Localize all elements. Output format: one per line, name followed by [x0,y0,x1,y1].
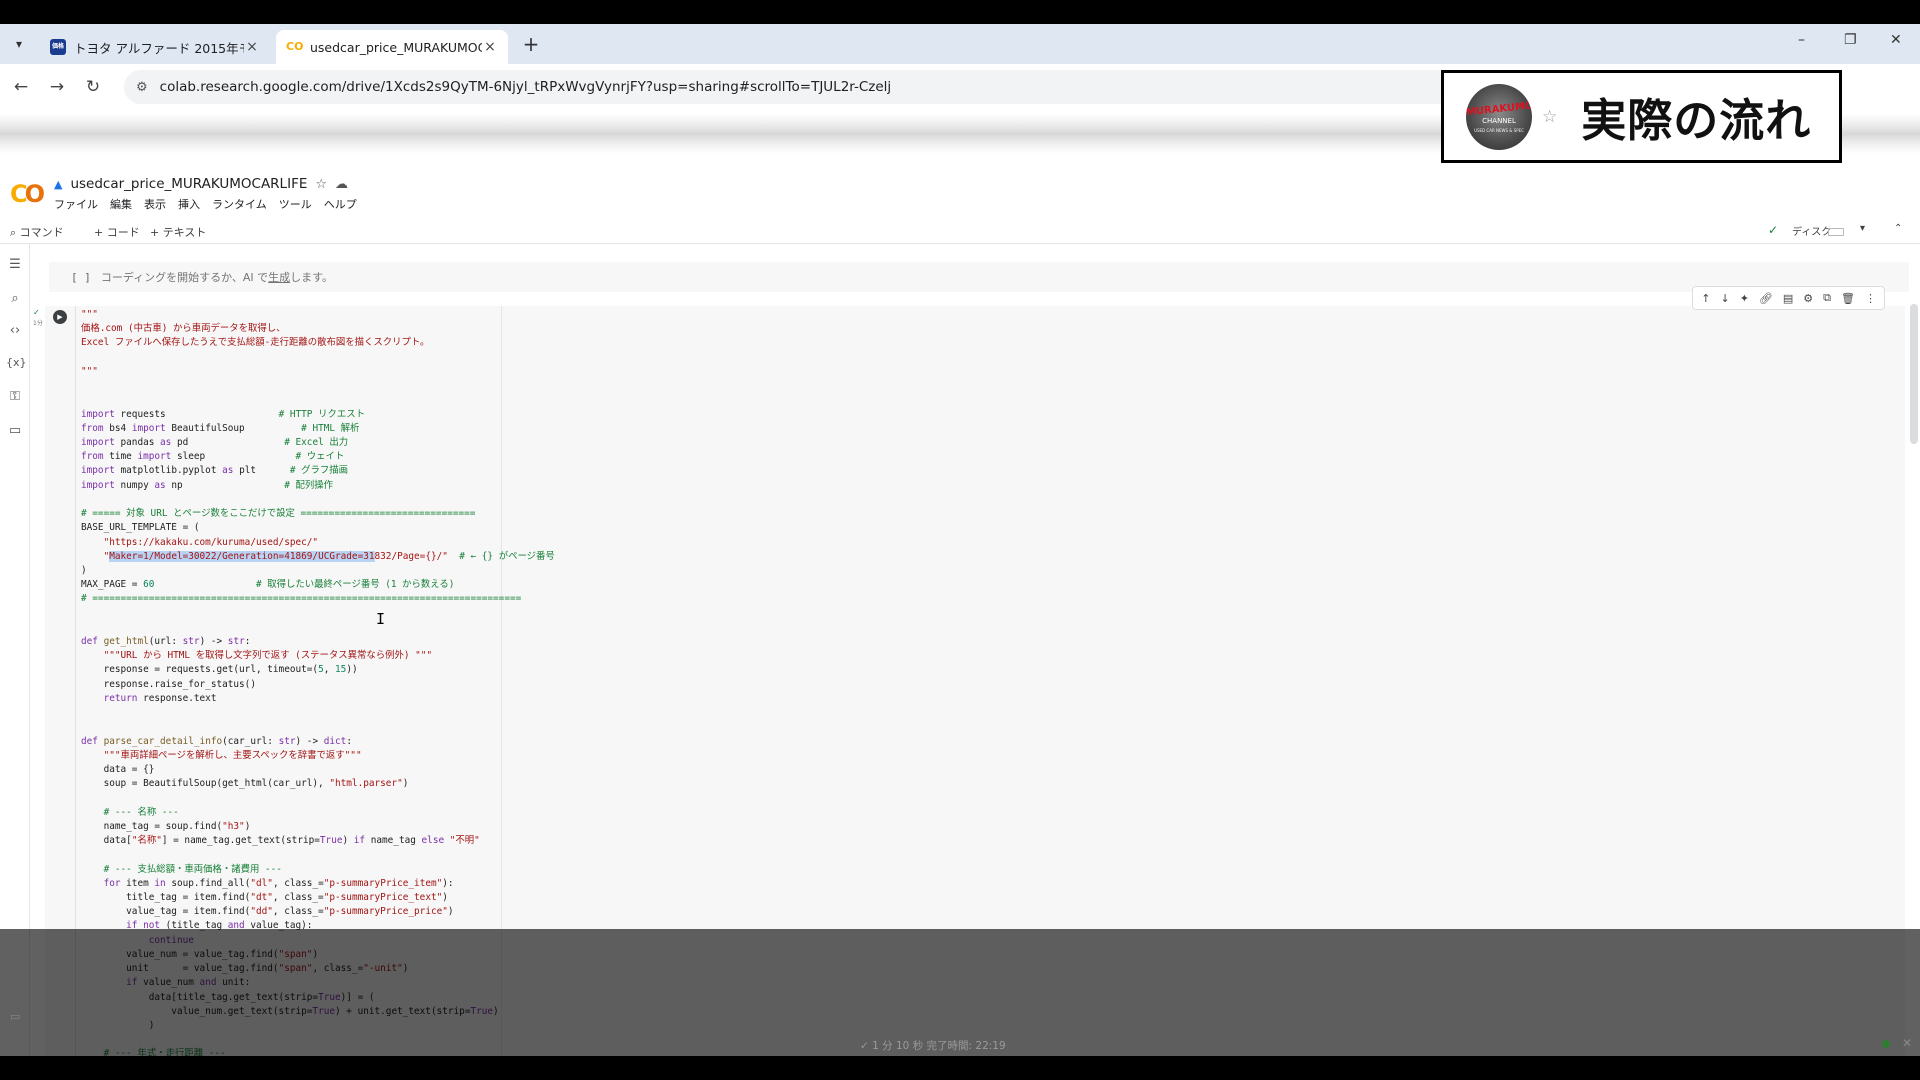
cloud-icon[interactable]: ☁ [335,177,348,192]
comment-icon[interactable]: ▤ [1783,292,1793,305]
move-down-arrow-icon[interactable]: ↓ [1720,292,1729,305]
menu-runtime[interactable]: ランタイム [212,196,267,212]
video-title-banner: MURAKUMO CHANNEL USED CAR NEWS & SPEC ☆ … [1441,70,1842,163]
delete-trash-icon[interactable]: 🗑︎ [1841,292,1855,305]
settings-gear-icon[interactable]: ⚙ [1803,292,1813,305]
bookmark-star-icon: ☆ [1542,106,1558,127]
tab-strip: ▾ 価格 トヨタ アルファード 2015年モデルの中 × CO usedcar_… [0,24,1920,64]
move-up-arrow-icon[interactable]: ↑ [1701,292,1710,305]
banner-title: 実際の流れ [1581,94,1812,147]
variables-icon[interactable]: {x} [6,354,27,372]
add-text-button[interactable]: + テキスト [150,224,206,240]
exec-time-label: 1分 [33,320,43,327]
tab-title: usedcar_price_MURAKUMOCAR [310,39,482,55]
disk-usage-meter[interactable] [1828,228,1844,236]
browser-window: ▾ 価格 トヨタ アルファード 2015年モデルの中 × CO usedcar_… [0,24,1920,1056]
close-icon[interactable]: × [482,39,498,55]
mirror-cell-icon[interactable]: ⧉ [1823,291,1831,305]
status-close-icon[interactable]: ✕ [1902,1036,1912,1050]
cell-toolbar: ↑ ↓ ✦ 🔗︎ ▤ ⚙ ⧉ 🗑︎ ⋮ [1692,286,1885,310]
site-settings-icon[interactable]: ⚙ [136,80,148,95]
menu-bar: ファイル 編集 表示 挿入 ランタイム ツール ヘルプ [54,196,357,212]
gemini-sparkle-icon[interactable]: ✦ [1740,292,1749,305]
menu-insert[interactable]: 挿入 [178,196,200,212]
search-icon: ⌕ [10,226,17,239]
address-bar[interactable]: ⚙ colab.research.google.com/drive/1Xcds2… [124,70,1454,104]
notebook-toolbar: ⌕ コマンド + コード + テキスト ✓ ディスク ▾ ⌃ [0,218,1920,244]
new-tab-plus-icon[interactable]: + [520,34,542,56]
menu-edit[interactable]: 編集 [110,196,132,212]
back-arrow-icon[interactable]: ← [10,76,32,98]
logo-text-bottom: USED CAR NEWS & SPEC [1474,127,1524,133]
menu-help[interactable]: ヘルプ [324,196,357,212]
logo-text-top: MURAKUMO [1466,99,1532,118]
tab-title: トヨタ アルファード 2015年モデルの中 [74,40,244,56]
collapse-chevron-up-icon[interactable]: ⌃ [1894,223,1902,234]
tab-kakaku[interactable]: 価格 トヨタ アルファード 2015年モデルの中 × [40,30,270,64]
executed-check-icon: ✓ [33,308,40,317]
empty-code-cell[interactable]: [ ] コーディングを開始するか、AI で 生成 します。 [49,262,1909,292]
generate-link[interactable]: 生成 [268,269,290,285]
run-cell-play-icon[interactable]: ▶ [53,310,67,324]
notebook-title[interactable]: usedcar_price_MURAKUMOCARLIFE [70,176,307,192]
connected-check-icon: ✓ [1768,223,1779,237]
drive-icon: ▲ [54,177,63,191]
tab-colab[interactable]: CO usedcar_price_MURAKUMOCAR × [276,30,508,64]
minimize-icon[interactable]: – [1798,32,1805,48]
code-snippets-icon[interactable]: ‹› [6,322,24,340]
text-cursor-ibeam-icon: I [376,610,386,628]
close-icon[interactable]: × [244,39,260,55]
screen-recording-frame: ▾ 価格 トヨタ アルファード 2015年モデルの中 × CO usedcar_… [0,0,1920,1080]
runtime-status-dot [1882,1040,1890,1048]
tab-search-chevron-icon[interactable]: ▾ [8,33,30,55]
cell-placeholder-before: コーディングを開始するか、AI で [100,271,269,284]
menu-file[interactable]: ファイル [54,196,98,212]
star-icon[interactable]: ☆ [315,177,327,192]
cell-placeholder-after: します。 [290,271,334,284]
scrollbar[interactable] [1910,304,1918,444]
more-options-icon[interactable]: ⋮ [1865,292,1876,305]
execution-status-text[interactable]: ✓ 1 分 10 秒 完了時間: 22:19 [860,1038,1006,1053]
secrets-key-icon[interactable]: ⚿ [6,388,24,406]
colab-header: CO ▲ usedcar_price_MURAKUMOCARLIFE ☆ ☁ フ… [0,154,1920,218]
find-replace-icon[interactable]: ⌕ [6,290,24,308]
url-text: colab.research.google.com/drive/1Xcds2s9… [159,79,892,95]
colab-favicon-icon: CO [286,40,304,53]
terminal-icon[interactable]: ▭ [10,1010,20,1023]
colab-logo-icon[interactable]: CO [10,180,45,208]
notebook-title-row: ▲ usedcar_price_MURAKUMOCARLIFE ☆ ☁ [54,176,348,192]
cell-brackets: [ ] [71,270,91,284]
logo-text-mid: CHANNEL [1482,116,1516,125]
menu-tools[interactable]: ツール [279,196,312,212]
forward-arrow-icon[interactable]: → [46,76,68,98]
restore-icon[interactable]: ❐ [1844,32,1857,48]
link-icon[interactable]: 🔗︎ [1759,292,1773,305]
channel-logo: MURAKUMO CHANNEL USED CAR NEWS & SPEC [1466,83,1532,150]
table-of-contents-icon[interactable]: ☰ [6,256,24,274]
command-label: コマンド [19,226,64,239]
disk-label[interactable]: ディスク [1792,223,1831,238]
window-close-icon[interactable]: ✕ [1890,32,1902,48]
kakaku-favicon-icon: 価格 [50,39,66,55]
add-code-button[interactable]: + コード [94,224,140,240]
files-folder-icon[interactable]: ▭ [6,422,24,440]
command-palette-button[interactable]: ⌕ コマンド [10,224,64,240]
resources-dropdown-icon[interactable]: ▾ [1860,223,1865,234]
menu-view[interactable]: 表示 [144,196,166,212]
status-bar: ✓ 1 分 10 秒 完了時間: 22:19 ✕ [0,1031,1920,1056]
reload-icon[interactable]: ↻ [82,76,104,98]
